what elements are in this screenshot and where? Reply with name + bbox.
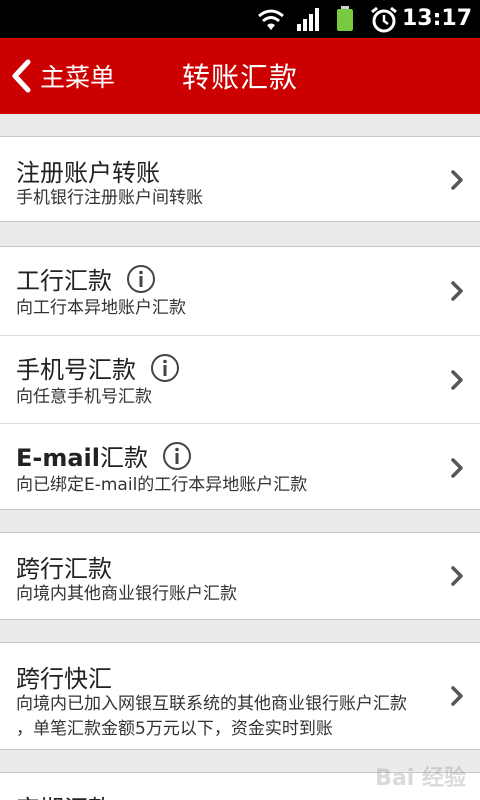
watermark: Bai 经验 [375, 766, 466, 791]
item-desc: 向任意手机号汇款 [16, 387, 152, 407]
menu-list: 注册账户转账 手机银行注册账户间转账 工行汇款 向工行本异地账户汇款 手机号汇款 [0, 114, 480, 800]
menu-item-icbc-remit[interactable]: 工行汇款 向工行本异地账户汇款 [0, 247, 480, 335]
header-bar: 主菜单 转账汇款 [0, 38, 480, 114]
status-time: 13:17 [401, 6, 472, 31]
battery-icon [337, 6, 353, 31]
chevron-right-icon [451, 170, 463, 190]
back-button[interactable]: 主菜单 [10, 52, 115, 100]
menu-item-registered-transfer[interactable]: 注册账户转账 手机银行注册账户间转账 [0, 137, 480, 221]
menu-group-4: 跨行快汇 向境内已加入网银互联系统的其他商业银行账户汇款 ，单笔汇款金额5万元以… [0, 642, 480, 750]
back-label: 主菜单 [40, 63, 116, 92]
chevron-left-icon [12, 59, 31, 93]
item-desc-line-1: 向境内已加入网银互联系统的其他商业银行账户汇款 [16, 694, 407, 714]
chevron-right-icon [451, 686, 463, 706]
menu-item-mobile-remit[interactable]: 手机号汇款 向任意手机号汇款 [0, 335, 480, 423]
item-title: 跨行快汇 [16, 665, 112, 693]
wifi-icon [258, 9, 284, 30]
info-icon[interactable] [162, 441, 192, 471]
alarm-icon [371, 6, 397, 33]
menu-item-interbank-express[interactable]: 跨行快汇 向境内已加入网银互联系统的其他商业银行账户汇款 ，单笔汇款金额5万元以… [0, 643, 480, 749]
chevron-right-icon [451, 281, 463, 301]
item-title-suffix: 汇款 [100, 444, 149, 472]
item-title: 注册账户转账 [16, 159, 160, 187]
menu-group-1: 注册账户转账 手机银行注册账户间转账 [0, 136, 480, 222]
item-desc: 向境内已加入网银互联系统的其他商业银行账户汇款 ，单笔汇款金额5万元以下，资金实… [16, 692, 446, 742]
menu-group-3: 跨行汇款 向境内其他商业银行账户汇款 [0, 532, 480, 620]
page-title: 转账汇款 [182, 61, 299, 94]
status-bar: 13:17 [0, 0, 480, 38]
signal-icon [297, 8, 319, 31]
item-title: 跨行汇款 [16, 555, 112, 583]
info-icon[interactable] [150, 353, 180, 383]
item-title: 工行汇款 [16, 267, 112, 295]
menu-item-email-remit[interactable]: E-mail汇款 向已绑定E-mail的工行本异地账户汇款 [0, 423, 480, 509]
info-icon[interactable] [126, 264, 156, 294]
item-desc-line-2: ，单笔汇款金额5万元以下，资金实时到账 [16, 719, 333, 739]
chevron-right-icon [451, 458, 463, 478]
chevron-right-icon [451, 370, 463, 390]
item-desc: 向境内其他商业银行账户汇款 [16, 584, 237, 604]
item-title: E-mail汇款 [16, 438, 148, 473]
item-title-prefix: E-mail [16, 444, 101, 472]
item-title: 手机号汇款 [16, 356, 136, 384]
item-title: 定期汇款 [16, 789, 112, 800]
item-desc: 手机银行注册账户间转账 [16, 188, 203, 208]
item-desc: 向工行本异地账户汇款 [16, 298, 186, 318]
menu-group-2: 工行汇款 向工行本异地账户汇款 手机号汇款 向任意手机号汇款 E-mail汇款 … [0, 246, 480, 510]
chevron-right-icon [451, 566, 463, 586]
item-desc: 向已绑定E-mail的工行本异地账户汇款 [16, 475, 308, 495]
menu-item-interbank-remit[interactable]: 跨行汇款 向境内其他商业银行账户汇款 [0, 533, 480, 619]
